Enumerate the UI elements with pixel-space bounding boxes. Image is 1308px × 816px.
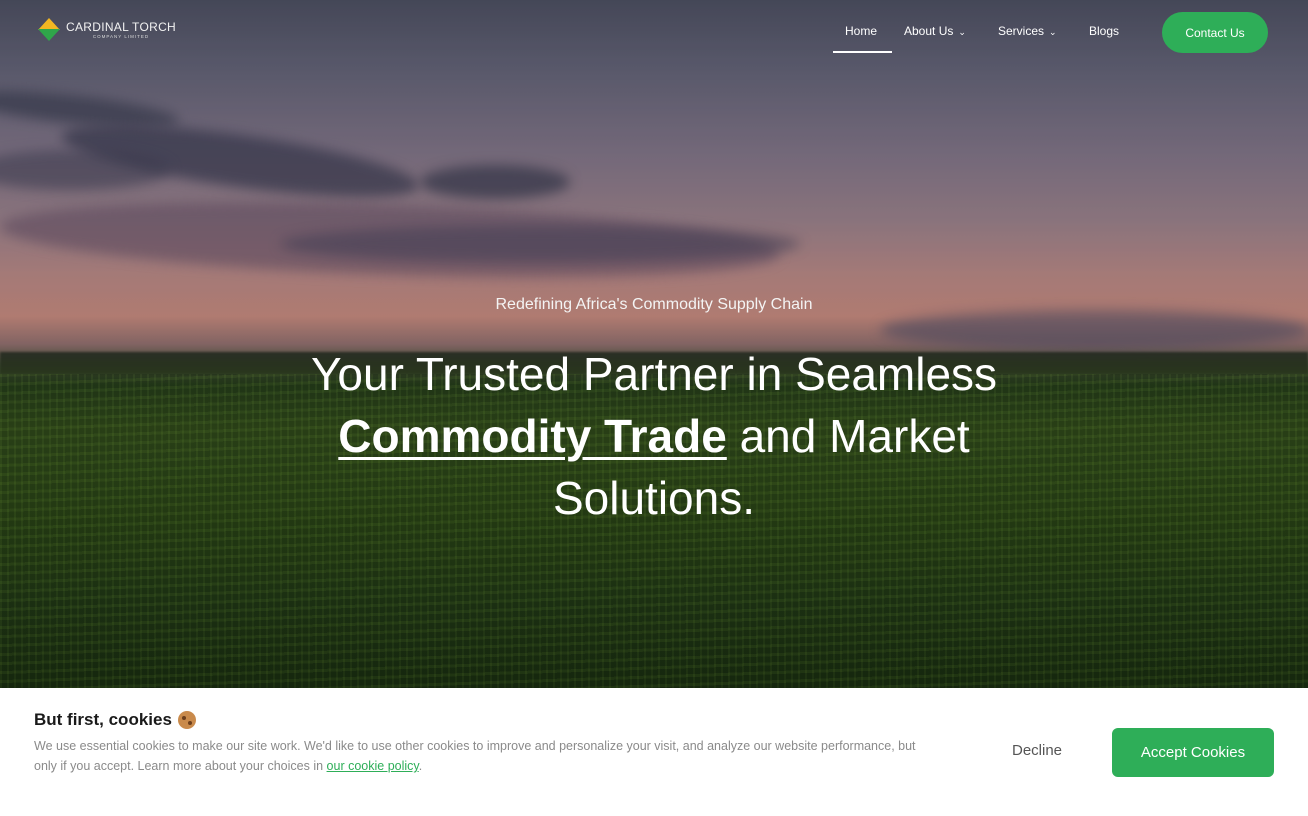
chevron-down-icon: ⌄ bbox=[958, 26, 966, 37]
nav-item-home[interactable]: Home bbox=[845, 24, 877, 38]
cookie-title-text: But first, cookies bbox=[34, 710, 172, 729]
chevron-down-icon: ⌄ bbox=[1049, 26, 1057, 37]
nav-item-about-us[interactable]: About Us ⌄ bbox=[904, 24, 966, 38]
nav-item-label: Services bbox=[998, 24, 1045, 38]
hero-tagline: Redefining Africa's Commodity Supply Cha… bbox=[495, 296, 813, 313]
cookie-banner: But first, cookies We use essential cook… bbox=[0, 688, 1308, 816]
nav-item-label: Home bbox=[845, 24, 878, 38]
cookie-banner-title: But first, cookies bbox=[34, 710, 196, 730]
decline-cookies-button[interactable]: Decline bbox=[1012, 742, 1062, 759]
nav-item-label: Blogs bbox=[1089, 24, 1120, 38]
cookie-description: We use essential cookies to make our sit… bbox=[34, 739, 916, 773]
hero-section: CARDINAL TORCH COMPANY LIMITED Home Abou… bbox=[0, 0, 1308, 688]
active-nav-indicator bbox=[833, 51, 892, 53]
heading-text: Your Trusted Partner in Seamless bbox=[310, 348, 998, 400]
hero-heading: Your Trusted Partner in Seamless Commodi… bbox=[254, 343, 1054, 529]
cookie-policy-link[interactable]: our cookie policy bbox=[327, 759, 419, 773]
contact-us-button[interactable]: Contact Us bbox=[1162, 12, 1268, 53]
site-logo[interactable]: CARDINAL TORCH COMPANY LIMITED bbox=[38, 18, 176, 42]
nav-item-blogs[interactable]: Blogs bbox=[1089, 24, 1119, 38]
cookie-banner-text: We use essential cookies to make our sit… bbox=[34, 736, 934, 776]
cardinal-torch-logo-icon bbox=[38, 18, 60, 42]
nav-item-label: About Us bbox=[904, 24, 954, 38]
brand-subtitle: COMPANY LIMITED bbox=[92, 33, 150, 39]
commodity-trade-link[interactable]: Commodity Trade bbox=[338, 410, 727, 462]
nav-item-services[interactable]: Services ⌄ bbox=[998, 24, 1057, 38]
cookie-text-end: . bbox=[418, 759, 423, 773]
brand-name: CARDINAL TORCH bbox=[66, 19, 176, 34]
cookie-icon bbox=[177, 711, 196, 729]
accept-cookies-button[interactable]: Accept Cookies bbox=[1112, 728, 1274, 777]
